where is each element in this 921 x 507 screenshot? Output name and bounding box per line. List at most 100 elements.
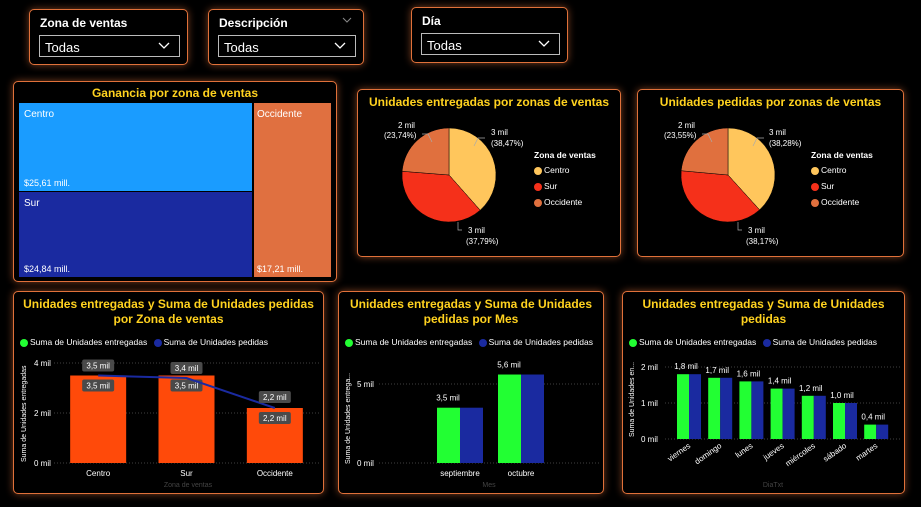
bar-pedidas[interactable] bbox=[782, 388, 795, 439]
treemap-tile-sur[interactable]: Sur $24,84 mill. bbox=[19, 192, 252, 277]
slicer-descripcion-dropdown[interactable]: Todas bbox=[218, 35, 356, 57]
tile-name: Sur bbox=[24, 198, 40, 209]
slicer-dia-dropdown[interactable]: Todas bbox=[421, 33, 560, 55]
bar-pedidas[interactable] bbox=[751, 381, 764, 439]
slicer-zona-value: Todas bbox=[45, 40, 80, 55]
slice-label: (23,74%) bbox=[384, 131, 417, 140]
treemap-card: Ganancia por zona de ventas Centro $25,6… bbox=[13, 81, 337, 282]
bar-entregadas[interactable] bbox=[833, 403, 845, 439]
tile-value: $24,84 mill. bbox=[24, 264, 71, 274]
slicer-descripcion: Descripción Todas bbox=[208, 9, 364, 65]
data-label: 3,5 mil bbox=[436, 394, 460, 403]
slicer-descripcion-value: Todas bbox=[224, 40, 259, 55]
legend-item[interactable]: Centro bbox=[811, 165, 873, 175]
tile-name: Centro bbox=[24, 109, 55, 120]
slicer-zona-dropdown[interactable]: Todas bbox=[39, 35, 180, 57]
chevron-down-icon bbox=[333, 36, 347, 59]
legend-item[interactable]: Occidente bbox=[811, 197, 873, 207]
slice-label: (37,79%) bbox=[466, 237, 499, 246]
legend-item[interactable]: Sur bbox=[811, 181, 873, 191]
slicer-descripcion-label: Descripción bbox=[219, 16, 288, 30]
slicer-dia-label: Día bbox=[422, 14, 441, 28]
x-tick: lunes bbox=[734, 441, 755, 459]
slicer-zona-label: Zona de ventas bbox=[40, 16, 128, 30]
bar-pedidas[interactable] bbox=[689, 374, 701, 439]
line-label: 3,5 mil bbox=[86, 362, 110, 371]
slice-label: (38,47%) bbox=[491, 139, 524, 148]
y-tick: 0 mil bbox=[357, 459, 374, 468]
bar-pedidas[interactable] bbox=[521, 374, 544, 463]
y-axis-label: Suma de Unidades en... bbox=[629, 362, 636, 437]
slice-label: 3 mil bbox=[748, 226, 765, 235]
x-tick: septiembre bbox=[440, 469, 480, 478]
bar-pedidas[interactable] bbox=[720, 377, 733, 439]
treemap-tile-centro[interactable]: Centro $25,61 mill. bbox=[19, 103, 252, 191]
bar-entregadas[interactable] bbox=[677, 374, 689, 439]
bar-label: 2,2 mil bbox=[263, 414, 287, 423]
legend-title: Zona de ventas bbox=[811, 150, 873, 160]
leader-line bbox=[737, 222, 742, 231]
y-tick: 4 mil bbox=[34, 359, 51, 368]
bar-pedidas[interactable] bbox=[845, 403, 857, 439]
treemap-tile-occidente[interactable]: Occidente $17,21 mill. bbox=[254, 103, 331, 277]
slice-label: (38,28%) bbox=[769, 139, 802, 148]
line-label: 3,4 mil bbox=[175, 364, 199, 373]
pie-pedidas-legend: Zona de ventas Centro Sur Occidente bbox=[811, 150, 873, 207]
tile-value: $17,21 mill. bbox=[257, 264, 304, 274]
y-axis-label: Suma de Unidades entregadas bbox=[21, 365, 28, 462]
bar-mes-card: Unidades entregadas y Suma de Unidades pe… bbox=[338, 291, 604, 494]
bar-entregadas[interactable] bbox=[864, 424, 877, 439]
legend-item[interactable]: Sur bbox=[534, 181, 596, 191]
chevron-down-icon bbox=[537, 34, 551, 57]
y-axis-label: Suma de Unidades entrega... bbox=[345, 373, 352, 464]
bar-dia-chart: Suma de Unidades en... 2 mil 1 mil 0 mil… bbox=[629, 362, 901, 489]
x-tick: martes bbox=[854, 441, 879, 462]
x-tick: Sur bbox=[180, 469, 193, 478]
slicer-zona: Zona de ventas Todas bbox=[29, 9, 188, 65]
x-axis-label: Zona de ventas bbox=[164, 482, 213, 489]
leader-line bbox=[457, 222, 462, 231]
y-tick: 0 mil bbox=[34, 459, 51, 468]
bar-pedidas[interactable] bbox=[876, 424, 889, 439]
slice-label: 3 mil bbox=[491, 128, 508, 137]
bar-entregadas[interactable] bbox=[770, 388, 783, 439]
bar-pedidas[interactable] bbox=[460, 407, 483, 463]
x-axis-label: DiaTxt bbox=[763, 482, 783, 489]
y-tick: 2 mil bbox=[34, 409, 51, 418]
x-tick: viernes bbox=[666, 441, 692, 463]
legend-item[interactable]: Occidente bbox=[534, 197, 596, 207]
data-label: 1,2 mil bbox=[799, 384, 823, 393]
pie-entregadas-legend: Zona de ventas Centro Sur Occidente bbox=[534, 150, 596, 207]
bar-entregadas[interactable] bbox=[739, 381, 752, 439]
bar-entregadas[interactable] bbox=[708, 377, 721, 439]
combo-zona-card: Unidades entregadas y Suma de Unidades p… bbox=[13, 291, 324, 494]
treemap-title: Ganancia por zona de ventas bbox=[91, 86, 259, 100]
data-label: 1,6 mil bbox=[737, 369, 761, 378]
slice-label: (38,17%) bbox=[746, 237, 779, 246]
data-label: 1,0 mil bbox=[830, 391, 854, 400]
bar-entregadas[interactable] bbox=[498, 374, 521, 463]
legend-item[interactable]: Centro bbox=[534, 165, 596, 175]
bar-label: 3,5 mil bbox=[86, 382, 110, 391]
slicer-dia: Día Todas bbox=[411, 7, 568, 63]
bar-entregadas[interactable] bbox=[437, 407, 460, 463]
slice-label: 2 mil bbox=[678, 121, 695, 130]
bar-entregadas[interactable] bbox=[801, 395, 814, 439]
y-tick: 5 mil bbox=[357, 380, 374, 389]
data-label: 1,7 mil bbox=[705, 366, 729, 375]
y-tick: 1 mil bbox=[641, 399, 658, 408]
legend-title: Zona de ventas bbox=[534, 150, 596, 160]
bar-label: 3,5 mil bbox=[175, 382, 199, 391]
x-tick: octubre bbox=[508, 469, 535, 478]
x-tick: domingo bbox=[693, 441, 724, 466]
slice-label: 3 mil bbox=[769, 128, 786, 137]
pie-entregadas-card: Unidades entregadas por zonas de ventas … bbox=[357, 89, 621, 257]
chevron-down-icon bbox=[157, 36, 171, 59]
x-tick: jueves bbox=[761, 441, 786, 462]
slice-label: 2 mil bbox=[398, 121, 415, 130]
slice-label: 3 mil bbox=[468, 226, 485, 235]
y-tick: 2 mil bbox=[641, 363, 658, 372]
data-label: 0,4 mil bbox=[861, 413, 885, 422]
bar-dia-card: Unidades entregadas y Suma de Unidades pe… bbox=[622, 291, 905, 494]
bar-pedidas[interactable] bbox=[813, 395, 826, 439]
